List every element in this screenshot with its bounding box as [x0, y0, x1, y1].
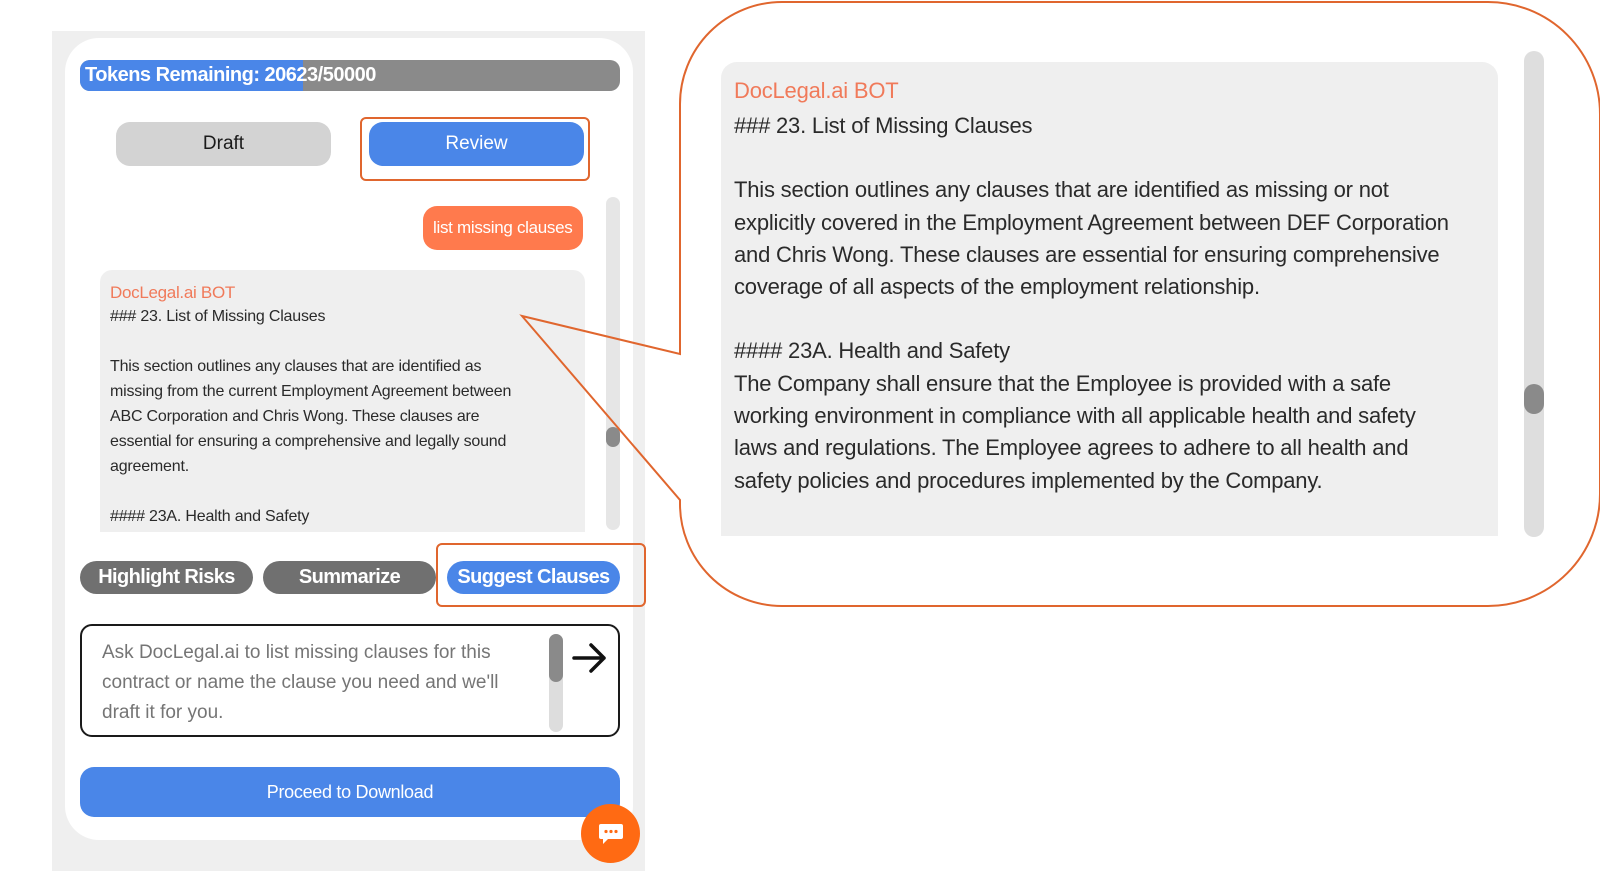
bot-message-line: ABC Corporation and Chris Wong. These cl…	[110, 408, 480, 425]
chat-scrollbar-thumb[interactable]	[606, 427, 620, 447]
zoom-paragraph-1: This section outlines any clauses that a…	[734, 174, 1485, 303]
user-message-text: list missing clauses	[433, 218, 573, 237]
chat-scrollbar-track[interactable]	[606, 197, 620, 530]
zoom-paragraph-line: and Chris Wong. These clauses are essent…	[734, 241, 1440, 267]
bot-message-text: ### 23. List of Missing Clauses This sect…	[110, 304, 575, 529]
bot-message-line: This section outlines any clauses that a…	[110, 358, 482, 375]
bot-message-line: #### 23A. Health and Safety	[110, 508, 310, 525]
draft-mode-button[interactable]: Draft	[116, 122, 331, 166]
zoom-paragraph-line: coverage of all aspects of the employmen…	[734, 274, 1260, 300]
tokens-remaining-label: Tokens Remaining: 20623/50000	[85, 64, 376, 86]
zoom-heading: ### 23. List of Missing Clauses	[734, 113, 1033, 138]
zoom-paragraph-line: working environment in compliance with a…	[734, 403, 1416, 429]
zoom-scrollbar-thumb	[1524, 384, 1544, 414]
bot-message-line: missing from the current Employment Agre…	[110, 383, 512, 400]
user-message-bubble: list missing clauses	[423, 206, 583, 250]
suggest-clauses-button[interactable]: Suggest Clauses	[447, 561, 620, 594]
chat-input-container	[80, 624, 620, 737]
bot-message-line: ### 23. List of Missing Clauses	[110, 308, 326, 325]
zoom-bot-name: DocLegal.ai BOT	[734, 78, 899, 103]
zoom-paragraph-2: The Company shall ensure that the Employ…	[734, 368, 1485, 497]
bot-message-line: essential for ensuring a comprehensive a…	[110, 433, 507, 450]
chat-bubble-icon	[598, 823, 623, 844]
zoom-paragraph-line: The Company shall ensure that the Employ…	[734, 370, 1391, 396]
bot-message-line: agreement.	[110, 458, 189, 475]
zoom-paragraph-line: This section outlines any clauses that a…	[734, 177, 1389, 203]
proceed-to-download-button[interactable]: Proceed to Download	[80, 767, 620, 817]
zoomed-bot-message: DocLegal.ai BOT ### 23. List of Missing …	[721, 62, 1498, 536]
send-button[interactable]	[570, 638, 610, 678]
input-scrollbar-thumb[interactable]	[549, 634, 563, 682]
highlight-risks-button[interactable]: Highlight Risks	[80, 561, 253, 594]
bot-message-bubble: DocLegal.ai BOT ### 23. List of Missing …	[100, 270, 585, 532]
zoom-paragraph-line: laws and regulations. The Employee agree…	[734, 435, 1409, 461]
zoom-subheading: #### 23A. Health and Safety	[734, 338, 1010, 364]
zoom-paragraph-line: explicitly covered in the Employment Agr…	[734, 209, 1449, 235]
bot-name: DocLegal.ai BOT	[110, 283, 235, 302]
summarize-button[interactable]: Summarize	[263, 561, 436, 594]
zoom-paragraph-line: safety policies and procedures implement…	[734, 467, 1323, 493]
review-mode-button[interactable]: Review	[369, 122, 584, 166]
chat-launcher-button[interactable]	[581, 804, 640, 863]
arrow-right-icon	[572, 643, 606, 673]
chat-input[interactable]	[102, 638, 532, 730]
tokens-remaining-bar: Tokens Remaining: 20623/50000	[80, 60, 620, 91]
zoom-scrollbar-track	[1524, 51, 1544, 537]
